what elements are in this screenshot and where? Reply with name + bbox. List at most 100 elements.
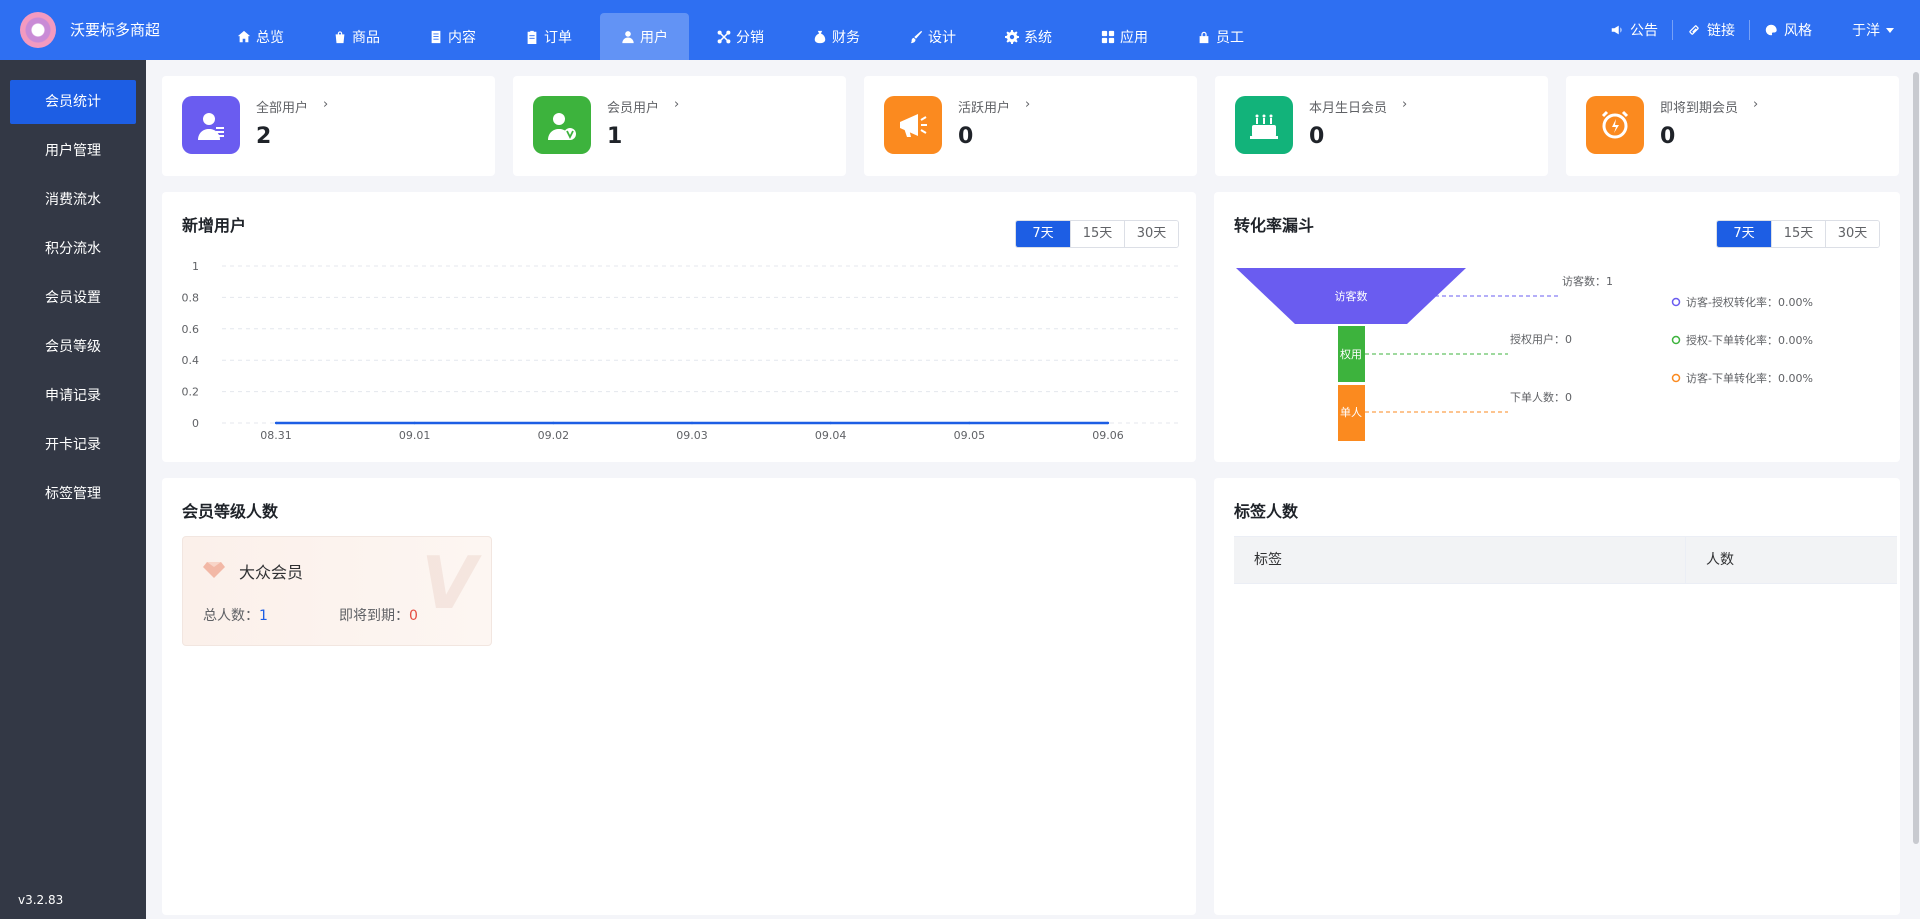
user-icon xyxy=(621,30,635,44)
sidebar-item-5[interactable]: 会员等级 xyxy=(10,325,136,369)
chevron-right-icon[interactable]: › xyxy=(674,97,679,112)
data-point[interactable] xyxy=(413,421,416,425)
stat-label: 活跃用户 xyxy=(958,101,1011,116)
nav-grid[interactable]: 应用 xyxy=(1080,13,1169,60)
nav-gear[interactable]: 系统 xyxy=(984,13,1073,60)
y-tick-label: 0.8 xyxy=(182,291,200,304)
nav-money-bag[interactable]: 财务 xyxy=(792,13,881,60)
rate-visitor-auth: 访客-授权转化率：0.00% xyxy=(1686,295,1813,309)
sidebar-item-3[interactable]: 积分流水 xyxy=(10,227,136,271)
link-button[interactable]: 链接 xyxy=(1672,20,1749,40)
sidebar-item-4[interactable]: 会员设置 xyxy=(10,276,136,320)
link-icon xyxy=(1689,25,1699,35)
level-card[interactable]: V 大众会员 总人数：1 即将到期：0 xyxy=(182,536,492,646)
stat-card-0[interactable]: 全部用户 › 2 xyxy=(162,76,495,176)
style-label: 风格 xyxy=(1784,23,1812,39)
page-scrollbar[interactable] xyxy=(1913,72,1919,844)
vip-user-icon xyxy=(533,96,591,154)
stat-card-1[interactable]: 会员用户 › 1 xyxy=(513,76,846,176)
user-list-icon xyxy=(182,96,240,154)
data-point[interactable] xyxy=(968,421,971,425)
alarm-clock-icon xyxy=(1586,96,1644,154)
nav-home[interactable]: 总览 xyxy=(216,13,305,60)
app-logo[interactable] xyxy=(20,12,56,48)
nav-brush[interactable]: 设计 xyxy=(888,13,977,60)
tags-column-count[interactable]: 人数 xyxy=(1686,537,1897,583)
sidebar: v3.2.83 会员统计 用户管理 消费流水 积分流水 会员设置 会员等级 申请记录 开卡记录… xyxy=(0,60,146,919)
y-tick-label: 0.4 xyxy=(182,354,200,367)
data-point[interactable] xyxy=(690,421,694,425)
data-point[interactable] xyxy=(552,421,555,425)
chevron-right-icon[interactable]: › xyxy=(1753,97,1758,112)
nav-lock[interactable]: 员工 xyxy=(1176,13,1265,60)
stat-value: 1 xyxy=(607,124,623,149)
style-button[interactable]: 风格 xyxy=(1749,20,1826,40)
level-total-label: 总人数： xyxy=(203,608,259,624)
nav-user[interactable]: 用户 xyxy=(600,13,689,60)
rate-visitor-order: 访客-下单转化率：0.00% xyxy=(1686,371,1813,385)
data-point[interactable] xyxy=(829,421,832,425)
stat-card-2[interactable]: 活跃用户 › 0 xyxy=(864,76,1197,176)
new-users-chart: 1 0.8 0.6 0.4 0.2 0 08.31 09.01 09.02 09.03 09.04 0… xyxy=(182,260,1178,442)
home-icon xyxy=(237,30,251,44)
y-tick-label: 0 xyxy=(192,417,199,430)
y-tick-label: 0.6 xyxy=(182,323,200,336)
bag-icon xyxy=(333,30,347,44)
x-tick-label: 09.03 xyxy=(676,429,708,442)
chevron-right-icon[interactable]: › xyxy=(1402,97,1407,112)
clipboard-icon xyxy=(525,30,539,44)
nav-network[interactable]: 分销 xyxy=(696,13,785,60)
data-point[interactable] xyxy=(274,421,278,425)
sidebar-item-1[interactable]: 用户管理 xyxy=(10,129,136,173)
link-label: 链接 xyxy=(1707,23,1735,39)
stat-card-3[interactable]: 本月生日会员 › 0 xyxy=(1215,76,1548,176)
rate-auth-order: 授权-下单转化率：0.00% xyxy=(1686,333,1813,347)
nav-document[interactable]: 内容 xyxy=(408,13,497,60)
new-users-panel: 新增用户 7天 15天 30天 1 0.8 0.6 0.4 0.2 0 08.31 09.01… xyxy=(162,192,1196,462)
notice-button[interactable]: 公告 xyxy=(1596,20,1672,40)
stat-value: 0 xyxy=(1309,124,1325,149)
chevron-right-icon[interactable]: › xyxy=(1025,97,1030,112)
sidebar-item-8[interactable]: 标签管理 xyxy=(10,472,136,516)
funnel-stage-authorized-label: 权用 xyxy=(1340,348,1362,361)
stat-label: 会员用户 xyxy=(607,101,660,116)
rate-dot-visitor-auth xyxy=(1671,297,1681,307)
nav-label: 总览 xyxy=(256,29,284,46)
tags-panel: 标签人数 标签 人数 xyxy=(1214,478,1900,915)
funnel-note-authorized: 授权用户：0 xyxy=(1510,332,1572,346)
tags-column-tag[interactable]: 标签 xyxy=(1234,537,1686,583)
money-bag-icon xyxy=(813,30,827,44)
palette-icon xyxy=(1765,24,1777,36)
stat-card-4[interactable]: 即将到期会员 › 0 xyxy=(1566,76,1899,176)
app-title: 沃要标多商超 xyxy=(70,21,161,39)
data-point[interactable] xyxy=(1106,421,1110,425)
stat-value: 2 xyxy=(256,124,272,149)
x-tick-label: 09.05 xyxy=(954,429,986,442)
sidebar-item-6[interactable]: 申请记录 xyxy=(10,374,136,418)
sidebar-item-0[interactable]: 会员统计 xyxy=(10,80,136,124)
rate-dot-auth-order xyxy=(1671,335,1681,345)
nav-label: 用户 xyxy=(640,29,668,46)
nav-label: 员工 xyxy=(1216,29,1244,46)
funnel-stage-visitors-label: 访客数 xyxy=(1335,289,1368,303)
nav-bag[interactable]: 商品 xyxy=(312,13,401,60)
top-navbar: 沃要标多商超 总览 商品 内容 订单 用户 分销 财务 设计 系统 应用 员工 公告 链接 风格 于… xyxy=(0,0,1920,60)
tags-table-header: 标签 人数 xyxy=(1234,536,1897,584)
nav-clipboard[interactable]: 订单 xyxy=(504,13,593,60)
diamond-icon xyxy=(203,562,225,578)
main-nav: 总览 商品 内容 订单 用户 分销 财务 设计 系统 应用 员工 xyxy=(216,13,1272,60)
funnel-note-visitors: 访客数：1 xyxy=(1562,274,1613,288)
level-expiring-label: 即将到期： xyxy=(339,608,409,624)
sidebar-item-7[interactable]: 开卡记录 xyxy=(10,423,136,467)
funnel-note-orders: 下单人数：0 xyxy=(1510,391,1572,404)
chevron-right-icon[interactable]: › xyxy=(323,97,328,112)
x-tick-label: 08.31 xyxy=(260,429,292,442)
notice-label: 公告 xyxy=(1630,23,1658,39)
nav-label: 内容 xyxy=(448,29,476,46)
stat-label: 本月生日会员 xyxy=(1309,101,1388,116)
sidebar-item-2[interactable]: 消费流水 xyxy=(10,178,136,222)
stat-label: 全部用户 xyxy=(256,101,309,116)
user-menu[interactable]: 于洋 xyxy=(1826,20,1894,40)
level-total-value: 1 xyxy=(259,608,268,624)
x-tick-label: 09.02 xyxy=(538,429,570,442)
